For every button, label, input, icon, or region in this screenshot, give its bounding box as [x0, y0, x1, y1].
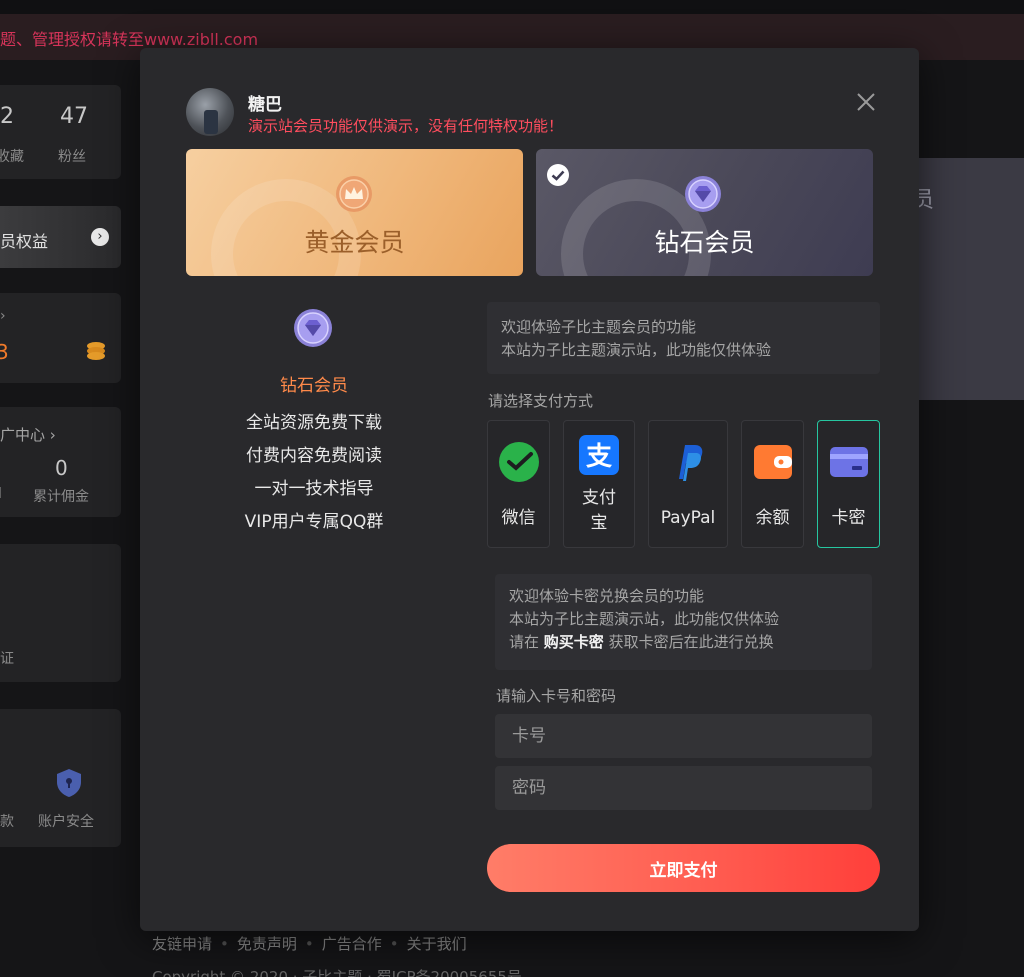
footer-link[interactable]: 免责声明 — [237, 935, 297, 953]
benefit-item: VIP用户专属QQ群 — [244, 512, 384, 532]
payment-balance[interactable]: 余额 — [741, 420, 804, 548]
wallet-card — [0, 293, 121, 383]
avatar[interactable] — [186, 88, 234, 136]
card-number-input[interactable] — [495, 714, 872, 758]
alipay-icon: 支 — [578, 434, 620, 476]
shield-icon[interactable] — [55, 768, 83, 798]
stat-favorites-label: 收藏 — [0, 149, 24, 165]
footer-separator: • — [389, 935, 399, 953]
refund-label[interactable]: 款 — [0, 811, 14, 831]
payment-paypal-label: PayPal — [660, 508, 716, 528]
coin-value: 3 — [0, 340, 9, 364]
info-box: 欢迎体验子比主题会员的功能 本站为子比主题演示站，此功能仅供体验 — [487, 302, 880, 374]
diamond-icon — [684, 175, 722, 213]
benefit-title: 钻石会员 — [280, 376, 348, 396]
payment-alipay-text: 支付宝 — [582, 488, 616, 533]
vip-purchase-modal: 糖巴 演示站会员功能仅供演示，没有任何特权功能！ 黄金会员 钻石会员 钻石会员 … — [140, 48, 919, 931]
stat-fans-label: 粉丝 — [58, 149, 86, 165]
username: 糖巴 — [248, 95, 282, 115]
footer-separator: • — [304, 935, 314, 953]
benefit-item: 一对一技术指导 — [254, 479, 374, 499]
info-line: 本站为子比主题演示站，此功能仅供体验 — [501, 341, 772, 359]
buy-card-link[interactable]: 购买卡密 — [544, 633, 604, 651]
tier-gold-card[interactable]: 黄金会员 — [186, 149, 523, 276]
payment-card-label: 卡密 — [831, 508, 866, 528]
right-banner — [919, 158, 1024, 400]
wallet-icon — [752, 441, 794, 483]
stat-fans-value: 47 — [60, 104, 88, 129]
card-info-line: 本站为子比主题演示站，此功能仅供体验 — [509, 610, 780, 628]
check-icon — [546, 163, 570, 187]
arrow-right-icon[interactable]: › — [91, 228, 109, 246]
close-icon[interactable] — [852, 88, 880, 116]
card-info-line: 请在 购买卡密 获取卡密后在此进行兑换 — [509, 631, 858, 654]
payment-paypal[interactable]: PayPal — [648, 420, 728, 548]
benefit-item: 全站资源免费下载 — [246, 413, 382, 433]
footer-link[interactable]: 友链申请 — [152, 935, 212, 953]
wallet-arrow-icon: › — [0, 308, 6, 324]
account-security-label[interactable]: 账户安全 — [38, 811, 94, 831]
notice-text[interactable]: 题、管理授权请转至www.zibll.com — [0, 26, 258, 50]
card-input-label: 请输入卡号和密码 — [496, 687, 617, 705]
card-info-box: 欢迎体验卡密兑换会员的功能 本站为子比主题演示站，此功能仅供体验 请在 购买卡密… — [495, 574, 872, 670]
tier-diamond-card[interactable]: 钻石会员 — [536, 149, 873, 276]
commission-value: 0 — [55, 456, 68, 480]
coins-icon — [85, 340, 107, 362]
footer-link[interactable]: 关于我们 — [407, 935, 467, 953]
payment-alipay[interactable]: 支 支付宝 — [563, 420, 635, 548]
payment-method-label: 请选择支付方式 — [488, 392, 594, 410]
benefit-list: 全站资源免费下载 付费内容免费阅读 一对一技术指导 VIP用户专属QQ群 — [186, 411, 442, 543]
commission-label: 累计佣金 — [33, 489, 89, 505]
card-info-prefix: 请在 — [509, 633, 540, 651]
card-info-suffix: 获取卡密后在此进行兑换 — [608, 633, 774, 651]
info-line: 欢迎体验子比主题会员的功能 — [501, 318, 697, 336]
card-info-line: 欢迎体验卡密兑换会员的功能 — [509, 587, 705, 605]
card-password-input[interactable] — [495, 766, 872, 810]
tier-diamond-label: 钻石会员 — [654, 228, 755, 257]
footer-links: 友链申请 • 免责声明 • 广告合作 • 关于我们 — [152, 933, 467, 954]
close-button[interactable] — [852, 88, 880, 116]
verify-label[interactable]: 证 — [0, 648, 14, 668]
verify-card — [0, 544, 121, 682]
footer-link[interactable]: 广告合作 — [322, 935, 382, 953]
svg-text:支: 支 — [586, 442, 612, 472]
payment-card[interactable]: 卡密 — [817, 420, 880, 548]
promo-left-label: l — [0, 486, 2, 502]
payment-wechat-label: 微信 — [501, 508, 536, 528]
crown-icon — [335, 175, 373, 213]
diamond-icon — [293, 308, 333, 348]
payment-balance-label: 余额 — [755, 508, 790, 528]
demo-warning: 演示站会员功能仅供演示，没有任何特权功能！ — [248, 117, 564, 135]
footer-copyright: Copyright © 2020 · 子比主题 · 蜀ICP备20005655号 — [152, 968, 522, 977]
payment-alipay-label: 支付宝 — [564, 486, 634, 536]
benefit-item: 付费内容免费阅读 — [246, 446, 382, 466]
paypal-icon — [667, 441, 709, 483]
wechat-icon — [498, 441, 540, 483]
payment-wechat[interactable]: 微信 — [487, 420, 550, 548]
top-bar — [0, 0, 1024, 14]
footer-separator: • — [220, 935, 229, 953]
promo-center-link[interactable]: 广中心 › — [0, 424, 56, 445]
tier-gold-label: 黄金会员 — [304, 228, 405, 257]
stat-favorites-value: 2 — [0, 104, 14, 129]
vip-benefits-text[interactable]: 员权益 — [0, 228, 48, 252]
card-icon — [828, 441, 870, 483]
pay-now-button[interactable]: 立即支付 — [487, 844, 880, 892]
